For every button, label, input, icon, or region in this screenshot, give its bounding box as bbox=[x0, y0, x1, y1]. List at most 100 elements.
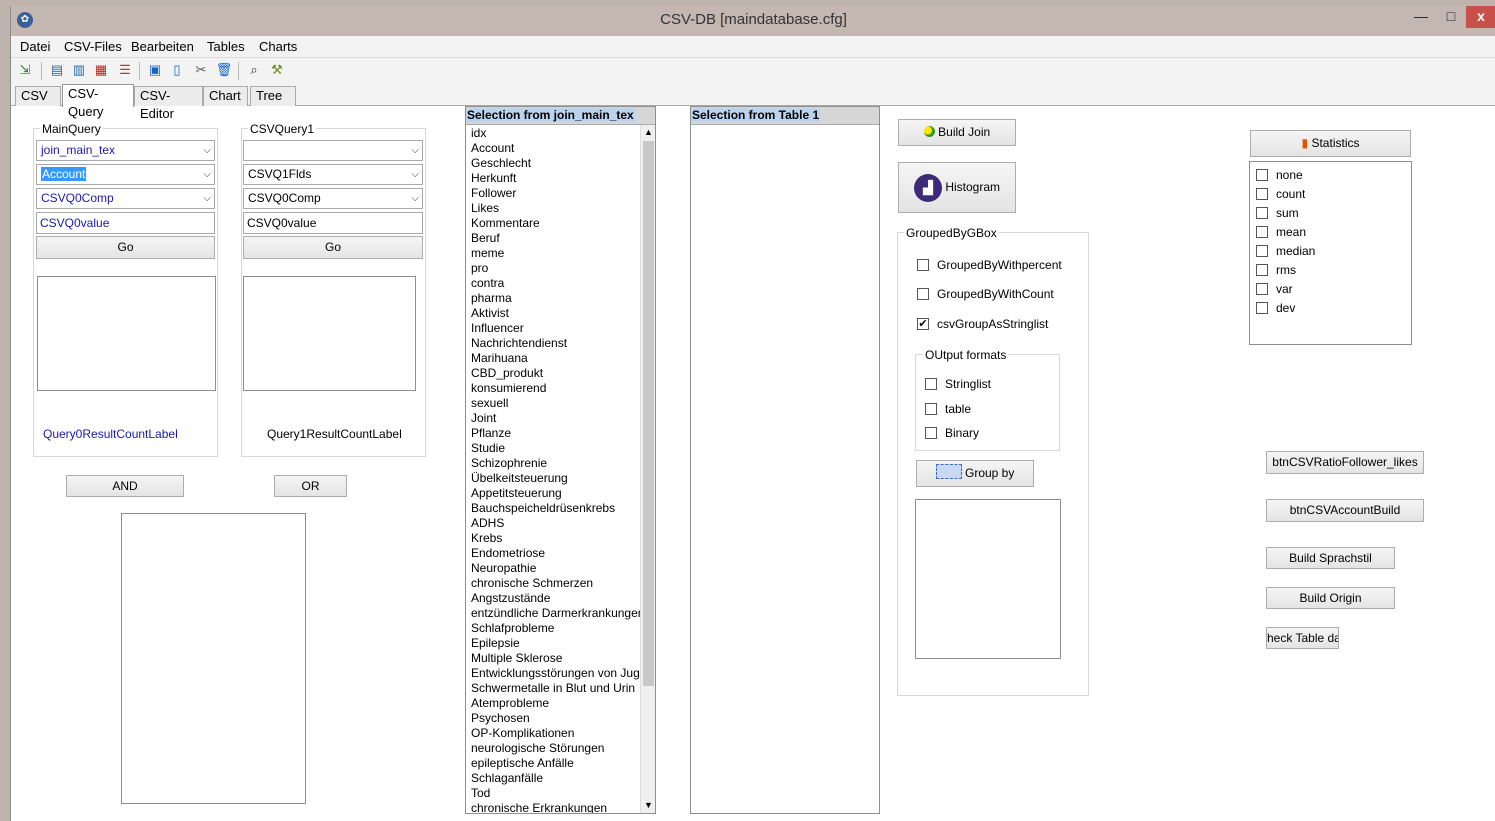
binoculars-icon[interactable]: ⌕ bbox=[245, 61, 263, 79]
checkbox[interactable] bbox=[1256, 188, 1268, 200]
tools-icon[interactable]: ⚒ bbox=[268, 61, 286, 79]
checkbox[interactable] bbox=[925, 403, 937, 415]
list-item[interactable]: Beruf bbox=[466, 231, 640, 246]
scroll-up-icon[interactable]: ▲ bbox=[641, 125, 655, 140]
checkbox[interactable] bbox=[925, 378, 937, 390]
main-query-value-input[interactable]: CSVQ0value bbox=[36, 212, 215, 234]
list-item[interactable]: ADHS bbox=[466, 516, 640, 531]
save-icon[interactable]: ▣ bbox=[146, 61, 164, 79]
list-item[interactable]: Influencer bbox=[466, 321, 640, 336]
histogram-button[interactable]: ▟ Histogram bbox=[898, 162, 1016, 213]
checkbox[interactable] bbox=[925, 427, 937, 439]
list-item[interactable]: Aktivist bbox=[466, 306, 640, 321]
main-query-field-select[interactable]: Account ⌵ bbox=[36, 164, 215, 185]
list-item[interactable]: pro bbox=[466, 261, 640, 276]
database-delete-icon[interactable]: ▦ bbox=[92, 61, 110, 79]
scrollbar-thumb[interactable] bbox=[643, 141, 654, 686]
list-item[interactable]: Kommentare bbox=[466, 216, 640, 231]
tab-csv-editor[interactable]: CSV-Editor bbox=[134, 86, 203, 121]
database-add-icon[interactable]: ▥ bbox=[70, 61, 88, 79]
list-item[interactable]: Schlaganfälle bbox=[466, 771, 640, 786]
list-item[interactable]: Entwicklungsstörungen von Jug bbox=[466, 666, 640, 681]
list-item[interactable]: Schlafprobleme bbox=[466, 621, 640, 636]
list-item[interactable]: Pflanze bbox=[466, 426, 640, 441]
scroll-down-icon[interactable]: ▼ bbox=[641, 798, 655, 813]
list-item[interactable]: Nachrichtendienst bbox=[466, 336, 640, 351]
checkbox[interactable] bbox=[917, 288, 929, 300]
build-origin-button[interactable]: Build Origin bbox=[1266, 587, 1395, 609]
tab-tree[interactable]: Tree bbox=[250, 86, 296, 106]
ratio-follower-likes-button[interactable]: btnCSVRatioFollower_likes bbox=[1266, 451, 1424, 474]
query1-value-input[interactable]: CSVQ0value bbox=[243, 212, 423, 234]
menu-datei[interactable]: Datei bbox=[20, 39, 50, 54]
list-item[interactable]: Bauchspeicheldrüsenkrebs bbox=[466, 501, 640, 516]
list-item[interactable]: konsumierend bbox=[466, 381, 640, 396]
list-item[interactable]: neurologische Störungen bbox=[466, 741, 640, 756]
selection-table1-panel[interactable]: Selection from Table 1 bbox=[690, 106, 880, 814]
checkbox[interactable] bbox=[1256, 264, 1268, 276]
checkbox[interactable] bbox=[1256, 207, 1268, 219]
list-item[interactable]: entzündliche Darmerkrankungen bbox=[466, 606, 640, 621]
list-item[interactable]: meme bbox=[466, 246, 640, 261]
statistics-button[interactable]: ▮ Statistics bbox=[1250, 130, 1411, 157]
build-sprachstil-button[interactable]: Build Sprachstil bbox=[1266, 547, 1395, 569]
build-join-button[interactable]: Build Join bbox=[898, 119, 1016, 146]
list-item[interactable]: Studie bbox=[466, 441, 640, 456]
check-table-button[interactable]: heck Table da bbox=[1266, 627, 1339, 649]
checkbox[interactable] bbox=[1256, 302, 1268, 314]
checkbox[interactable] bbox=[1256, 245, 1268, 257]
list-item[interactable]: chronische Erkrankungen bbox=[466, 801, 640, 813]
list-item[interactable]: pharma bbox=[466, 291, 640, 306]
list-item[interactable]: epileptische Anfälle bbox=[466, 756, 640, 771]
and-button[interactable]: AND bbox=[66, 475, 184, 497]
list-item[interactable]: sexuell bbox=[466, 396, 640, 411]
list-item[interactable]: Neuropathie bbox=[466, 561, 640, 576]
menu-charts[interactable]: Charts bbox=[259, 39, 297, 54]
list-item[interactable]: Psychosen bbox=[466, 711, 640, 726]
exit-icon[interactable]: ⇲ bbox=[16, 61, 34, 79]
list-item[interactable]: Tod bbox=[466, 786, 640, 801]
list-item[interactable]: Likes bbox=[466, 201, 640, 216]
selection-join-panel[interactable]: Selection from join_main_tex idx Account G… bbox=[465, 106, 656, 814]
list-item[interactable]: Joint bbox=[466, 411, 640, 426]
list-item[interactable]: Account bbox=[466, 141, 640, 156]
list-item[interactable]: CBD_produkt bbox=[466, 366, 640, 381]
main-query-go-button[interactable]: Go bbox=[36, 236, 215, 259]
title-bar[interactable]: ✿ CSV-DB [maindatabase.cfg] — □ x bbox=[11, 6, 1495, 36]
menu-tables[interactable]: Tables bbox=[207, 39, 245, 54]
query1-go-button[interactable]: Go bbox=[243, 236, 423, 259]
list-item[interactable]: Atemprobleme bbox=[466, 696, 640, 711]
statistics-checklist[interactable]: none count sum mean median rms var dev bbox=[1249, 161, 1412, 345]
combined-result-list[interactable] bbox=[121, 513, 306, 804]
list-item[interactable]: Krebs bbox=[466, 531, 640, 546]
list-item[interactable]: contra bbox=[466, 276, 640, 291]
minimize-button[interactable]: — bbox=[1406, 6, 1436, 28]
tab-csv[interactable]: CSV bbox=[15, 86, 61, 106]
list-item[interactable]: Schizophrenie bbox=[466, 456, 640, 471]
list-item[interactable]: Übelkeitsteuerung bbox=[466, 471, 640, 486]
main-query-table-select[interactable]: join_main_tex ⌵ bbox=[36, 140, 215, 161]
list-item[interactable]: Schwermetalle in Blut und Urin bbox=[466, 681, 640, 696]
list-item[interactable]: Marihuana bbox=[466, 351, 640, 366]
tab-chart[interactable]: Chart bbox=[203, 86, 248, 106]
group-by-button[interactable]: Group by bbox=[916, 460, 1034, 487]
list-item[interactable]: Endometriose bbox=[466, 546, 640, 561]
new-document-icon[interactable]: ▯ bbox=[168, 61, 186, 79]
menu-csv-files[interactable]: CSV-Files bbox=[64, 39, 122, 54]
checkbox[interactable] bbox=[917, 259, 929, 271]
scrollbar[interactable]: ▲ ▼ bbox=[640, 125, 655, 813]
account-build-button[interactable]: btnCSVAccountBuild bbox=[1266, 499, 1424, 522]
tab-csv-query[interactable]: CSV-Query bbox=[62, 84, 134, 119]
list-item[interactable]: Epilepsie bbox=[466, 636, 640, 651]
checkbox[interactable] bbox=[1256, 226, 1268, 238]
query1-result-list[interactable] bbox=[243, 276, 416, 391]
close-button[interactable]: x bbox=[1466, 6, 1495, 28]
checkbox[interactable] bbox=[1256, 169, 1268, 181]
list-icon[interactable]: ☰ bbox=[116, 61, 134, 79]
selection-join-list[interactable]: idx Account Geschlecht Herkunft Follower Like… bbox=[466, 126, 640, 813]
list-item[interactable]: OP-Komplikationen bbox=[466, 726, 640, 741]
delete-icon[interactable]: 🗑 bbox=[215, 61, 233, 79]
or-button[interactable]: OR bbox=[274, 475, 347, 497]
checkbox[interactable]: ✔ bbox=[917, 318, 929, 330]
list-item[interactable]: Angstzustände bbox=[466, 591, 640, 606]
